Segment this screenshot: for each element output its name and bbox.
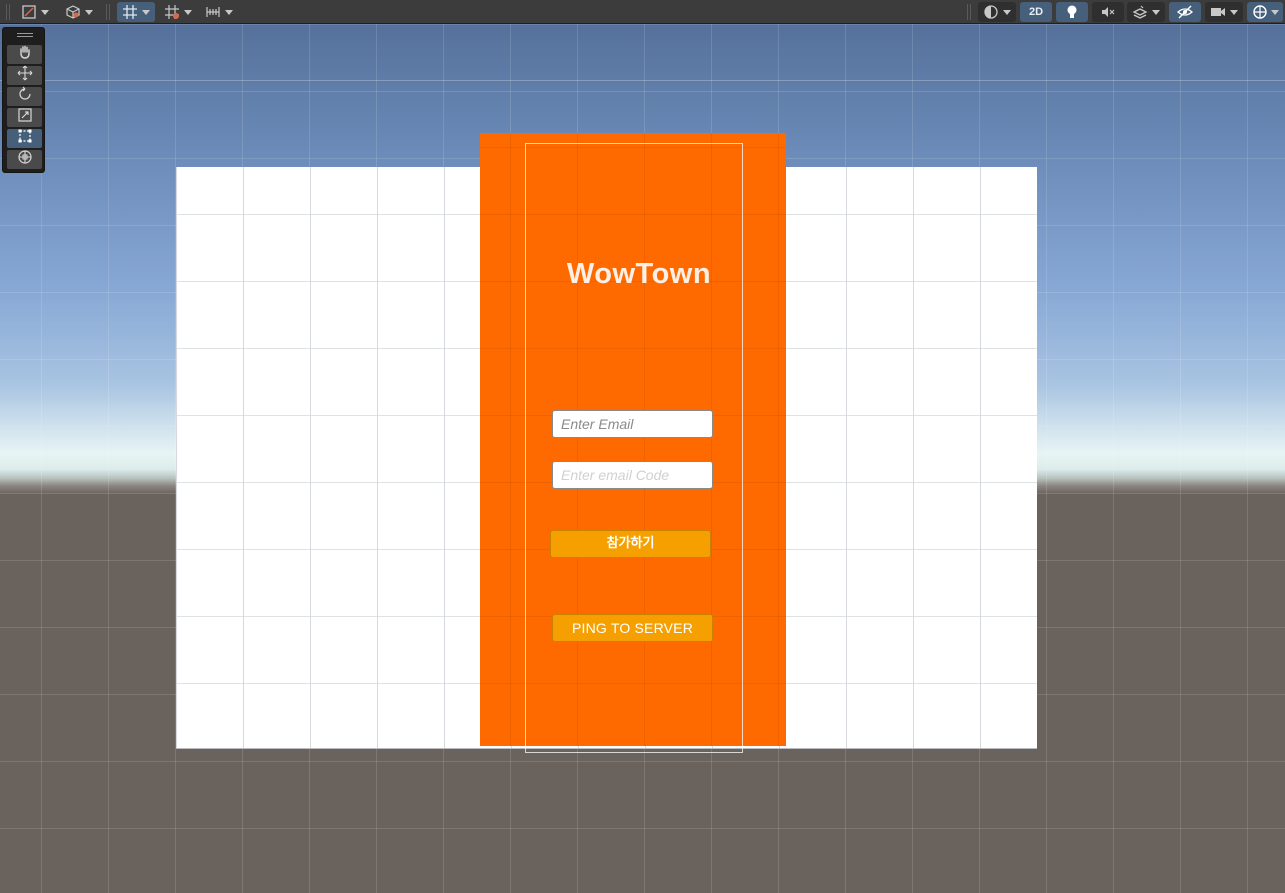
grid-visibility-dropdown[interactable] xyxy=(160,2,196,22)
lightbulb-icon xyxy=(1065,4,1079,20)
toolbar-separator xyxy=(967,4,968,20)
draw-mode-icon xyxy=(21,4,37,20)
chevron-down-icon xyxy=(184,9,192,15)
grid-snap-dropdown[interactable] xyxy=(117,2,155,22)
camera-icon xyxy=(1210,4,1226,20)
scene-gridline xyxy=(0,80,1285,81)
shading-cube-icon xyxy=(65,4,81,20)
2d-toggle-button[interactable]: 2D xyxy=(1020,2,1052,22)
tool-palette xyxy=(2,27,45,173)
ping-server-button[interactable]: PING TO SERVER xyxy=(552,614,713,642)
rect-transform-icon xyxy=(17,128,33,149)
chevron-down-icon xyxy=(1270,9,1279,15)
chevron-down-icon xyxy=(85,9,93,15)
chevron-down-icon xyxy=(142,9,150,15)
audio-toggle[interactable] xyxy=(1092,2,1124,22)
gizmos-dropdown[interactable] xyxy=(1247,2,1283,22)
rotate-tool-button[interactable] xyxy=(7,86,42,107)
email-code-input[interactable] xyxy=(552,461,713,489)
login-panel[interactable] xyxy=(480,133,786,746)
chevron-down-icon xyxy=(225,9,233,15)
hand-icon xyxy=(17,44,33,65)
chevron-down-icon xyxy=(1230,9,1238,15)
toolbar-separator xyxy=(109,4,110,20)
toolbar-separator xyxy=(970,4,971,20)
chevron-down-icon xyxy=(1003,9,1011,15)
increment-snap-dropdown[interactable] xyxy=(200,2,238,22)
toolbar-separator xyxy=(106,4,107,20)
grid-snap-icon xyxy=(122,4,138,20)
camera-dropdown[interactable] xyxy=(1205,2,1243,22)
transform-tool-button[interactable] xyxy=(7,150,42,169)
shading-dropdown[interactable] xyxy=(60,2,98,22)
toolbar-separator xyxy=(6,4,7,20)
transform-icon xyxy=(17,149,33,170)
join-button[interactable]: 참가하기 xyxy=(550,530,711,558)
chevron-down-icon xyxy=(1152,9,1160,15)
effects-icon xyxy=(1132,4,1148,20)
gizmos-icon xyxy=(1252,4,1268,20)
scene-toolbar: 2D xyxy=(0,0,1285,24)
lighting-toggle[interactable] xyxy=(1056,2,1088,22)
rect-tool-button[interactable] xyxy=(7,129,42,148)
effects-dropdown[interactable] xyxy=(1127,2,1165,22)
render-mode-icon xyxy=(983,4,999,20)
audio-mute-icon xyxy=(1100,4,1116,20)
grid-visibility-icon xyxy=(164,4,180,20)
scale-icon xyxy=(17,107,33,128)
email-input[interactable] xyxy=(552,410,713,438)
move-tool-button[interactable] xyxy=(7,65,42,86)
toolbar-separator xyxy=(9,4,10,20)
scene-visibility-toggle[interactable] xyxy=(1169,2,1201,22)
increment-snap-icon xyxy=(205,4,221,20)
rotate-icon xyxy=(17,86,33,107)
hidden-eye-icon xyxy=(1176,4,1194,20)
hand-tool-button[interactable] xyxy=(7,45,42,64)
chevron-down-icon xyxy=(41,9,49,15)
panel-grid-overlay xyxy=(480,133,786,746)
palette-grip-handle[interactable] xyxy=(17,33,33,37)
render-mode-dropdown[interactable] xyxy=(978,2,1016,22)
scale-tool-button[interactable] xyxy=(7,108,42,127)
app-title: WowTown xyxy=(566,258,712,290)
move-arrows-icon xyxy=(17,65,33,86)
draw-mode-dropdown[interactable] xyxy=(16,2,54,22)
